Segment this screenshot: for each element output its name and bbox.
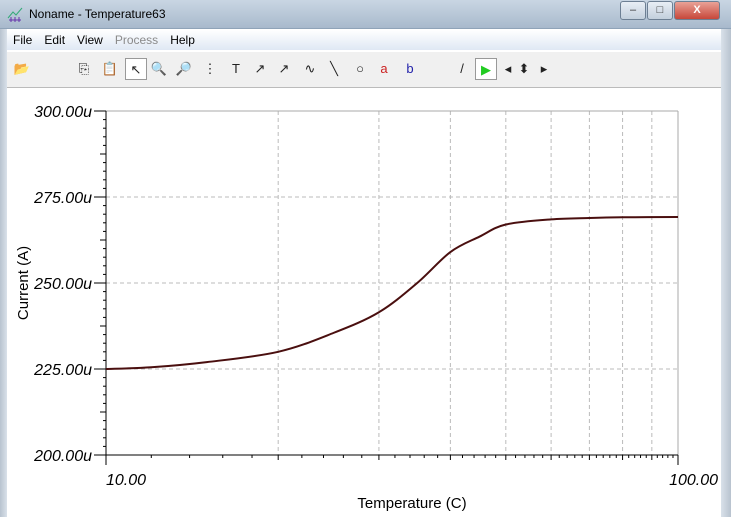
y-tick-label: 200.00u xyxy=(33,448,92,465)
menu-edit[interactable]: Edit xyxy=(38,30,71,47)
y-axis-label: Current (A) xyxy=(15,246,32,320)
window-title: Noname - Temperature63 xyxy=(29,7,166,21)
menu-view[interactable]: View xyxy=(71,30,109,47)
curve-query-icon[interactable]: ↗ xyxy=(273,58,295,80)
arrow-left-icon[interactable]: ◂ xyxy=(501,58,515,80)
open-folder-icon[interactable]: 📂 xyxy=(11,58,33,80)
x-tick-label: 100.00 xyxy=(669,472,718,489)
y-tick-label: 300.00u xyxy=(34,104,92,121)
cursor-a-icon[interactable]: a xyxy=(373,58,395,80)
line-icon[interactable]: ╲ xyxy=(323,58,345,80)
play-icon[interactable]: ▶ xyxy=(475,58,497,80)
pointer-icon[interactable]: ↖ xyxy=(125,58,147,80)
window-frame-left xyxy=(0,29,7,517)
close-button[interactable]: X xyxy=(674,1,720,20)
x-axis-label: Temperature (C) xyxy=(357,495,466,512)
grid-icon[interactable]: ⋮ xyxy=(199,58,221,80)
text-icon[interactable]: T xyxy=(225,58,247,80)
series-line-current xyxy=(105,215,679,370)
minimize-button[interactable]: – xyxy=(620,1,646,20)
maximize-button[interactable]: □ xyxy=(647,1,673,20)
toolbar: 📂 ⎘ 📋 ↖ 🔍 🔎 ⋮ T ↗ ↗ ∿ ╲ ○ a b / ▶ ◂ ⬍ ▸ xyxy=(7,52,721,88)
menu-process: Process xyxy=(114,33,159,47)
curve-label-icon[interactable]: ↗ xyxy=(249,58,271,80)
title-bar: Noname - Temperature63 – □ X xyxy=(0,0,731,29)
cursor-b-icon[interactable]: b xyxy=(399,58,421,80)
app-icon xyxy=(7,7,23,22)
arrow-updown-icon[interactable]: ⬍ xyxy=(517,58,531,80)
zoom-out-icon[interactable]: 🔎 xyxy=(173,58,195,80)
zoom-in-icon[interactable]: 🔍 xyxy=(148,58,170,80)
y-tick-label: 225.00u xyxy=(33,362,92,379)
circle-icon[interactable]: ○ xyxy=(349,58,371,80)
x-tick-label: 10.00 xyxy=(106,472,146,489)
arrow-right-icon[interactable]: ▸ xyxy=(537,58,551,80)
paste-icon[interactable]: 📋 xyxy=(99,58,121,80)
menu-file[interactable]: File xyxy=(7,30,38,47)
y-tick-label: 250.00u xyxy=(33,276,92,293)
curve-formula-icon[interactable]: ∿ xyxy=(299,58,321,80)
probe-icon[interactable]: / xyxy=(451,58,473,80)
copy-icon[interactable]: ⎘ xyxy=(73,58,95,80)
menu-help[interactable]: Help xyxy=(164,30,201,47)
blank-icon[interactable] xyxy=(425,58,447,80)
menu-bar: File Edit View Process Help xyxy=(7,30,721,50)
window-frame-right xyxy=(721,29,731,517)
y-tick-label: 275.00u xyxy=(33,190,92,207)
